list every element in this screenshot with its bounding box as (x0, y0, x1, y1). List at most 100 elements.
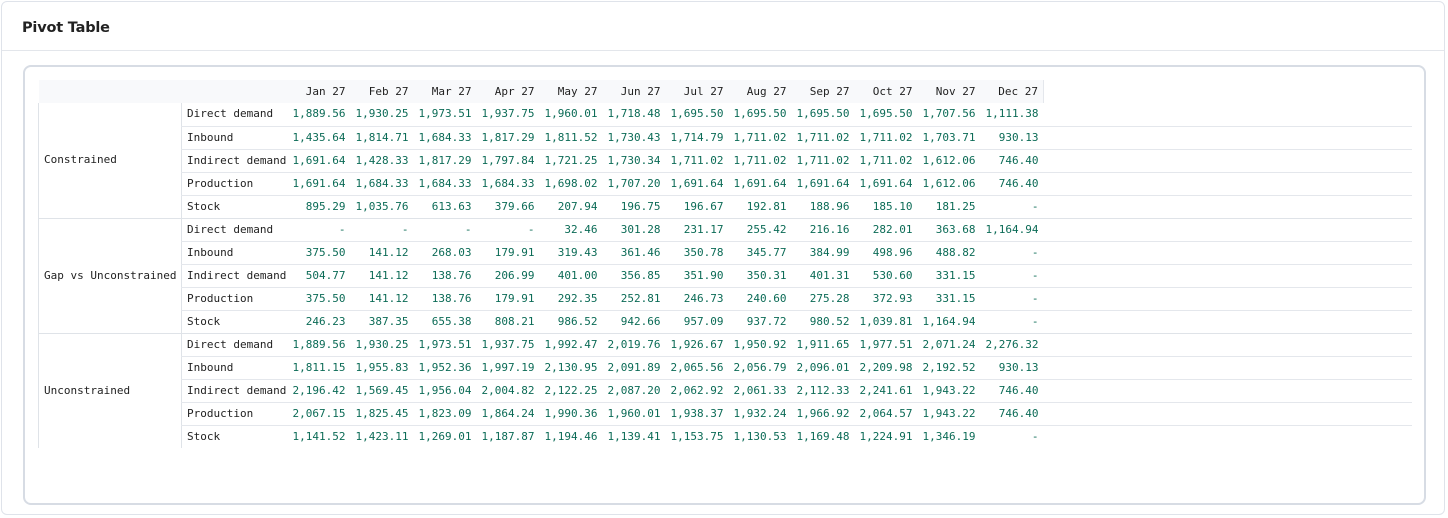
table-row: Indirect demand 1,691.64 1,428.33 1,817.29 1… (39, 149, 1412, 173)
value-cell: 808.21 (476, 310, 540, 334)
value-cell: 613.63 (413, 195, 477, 219)
value-cell: 937.72 (728, 310, 792, 334)
value-cell: 246.73 (665, 287, 729, 311)
value-cell: 1,997.19 (476, 356, 540, 380)
row-filler (1043, 218, 1412, 242)
measure-label: Production (181, 172, 288, 196)
column-header-month[interactable]: Mar 27 (413, 80, 477, 103)
value-cell: 2,276.32 (980, 333, 1044, 357)
measure-label: Direct demand (181, 218, 288, 242)
value-cell: 1,811.15 (287, 356, 351, 380)
value-cell: 1,691.64 (287, 172, 351, 196)
value-cell: 2,192.52 (917, 356, 981, 380)
row-filler (1043, 241, 1412, 265)
value-cell: 1,992.47 (539, 333, 603, 357)
value-cell: 350.78 (665, 241, 729, 265)
pivot-header: Jan 27 Feb 27 Mar 27 Apr 27 May 27 Jun 27 Jul … (38, 80, 1412, 103)
pivot-card: Pivot Table Jan 27 Feb 27 Mar 27 Apr 27 May … (1, 1, 1445, 515)
value-cell: 2,019.76 (602, 333, 666, 357)
header-row: Jan 27 Feb 27 Mar 27 Apr 27 May 27 Jun 27 Jul … (38, 80, 1412, 103)
value-cell: 1,684.33 (476, 172, 540, 196)
value-cell: 2,065.56 (665, 356, 729, 380)
value-cell: 1,703.71 (917, 126, 981, 150)
value-cell: 401.31 (791, 264, 855, 288)
row-filler (1043, 287, 1412, 311)
value-cell: 188.96 (791, 195, 855, 219)
column-header-month[interactable]: Sep 27 (791, 80, 855, 103)
value-cell: - (980, 264, 1044, 288)
value-cell: 1,684.33 (413, 172, 477, 196)
pivot-container: Jan 27 Feb 27 Mar 27 Apr 27 May 27 Jun 27 Jul … (23, 65, 1426, 505)
value-cell: 216.16 (791, 218, 855, 242)
measure-label: Indirect demand (181, 379, 288, 403)
value-cell: 1,130.53 (733, 429, 787, 443)
value-cell: 1,956.04 (413, 379, 477, 403)
column-header-month[interactable]: Oct 27 (854, 80, 918, 103)
value-cell: 1,973.51 (413, 333, 477, 357)
column-header-month[interactable]: Dec 27 (980, 80, 1044, 103)
value-cell: 2,112.33 (791, 379, 855, 403)
measure-label: Direct demand (181, 103, 288, 127)
column-header-month[interactable]: Apr 27 (476, 80, 540, 103)
value-cell: 246.23 (287, 310, 351, 334)
value-cell: 1,817.29 (476, 126, 540, 150)
column-header-month[interactable]: May 27 (539, 80, 603, 103)
value-cell: 1,952.36 (413, 356, 477, 380)
value-cell: - (350, 218, 414, 242)
column-header-month[interactable]: Aug 27 (728, 80, 792, 103)
value-cell: 331.15 (917, 264, 981, 288)
value-cell: 1,937.75 (476, 103, 540, 127)
column-header-month[interactable]: Nov 27 (917, 80, 981, 103)
column-header-month[interactable]: Feb 27 (350, 80, 414, 103)
value-cell: 1,684.33 (413, 126, 477, 150)
value-cell: 1,950.92 (728, 333, 792, 357)
value-cell: 1,966.92 (791, 402, 855, 426)
measure-label: Inbound (181, 241, 288, 265)
value-cell: - (980, 310, 1044, 334)
value-cell: 2,209.98 (854, 356, 918, 380)
table-row: Gap vs Unconstrained Direct demand - - - -32.… (38, 218, 1412, 334)
value-cell: 2,130.95 (539, 356, 603, 380)
value-cell: 2,004.82 (476, 379, 540, 403)
value-cell: 746.40 (980, 402, 1044, 426)
value-cell: 530.60 (854, 264, 918, 288)
row-filler (1044, 425, 1412, 448)
table-row: Inbound 1,811.15 1,955.83 1,952.36 1,997.19 2… (39, 356, 1412, 380)
value-cell: 1,111.38 (980, 103, 1044, 127)
value-cell: 1,711.02 (728, 126, 792, 150)
value-cell: 1,435.64 (287, 126, 351, 150)
value-cell: 1,711.02 (791, 126, 855, 150)
value-cell: 655.38 (413, 310, 477, 334)
value-cell: 1,269.01 (418, 429, 472, 443)
row-filler (1043, 264, 1412, 288)
value-cell: 179.91 (476, 241, 540, 265)
column-header-month[interactable]: Jul 27 (665, 80, 729, 103)
value-cell: 301.28 (602, 218, 666, 242)
value-cell: 1,926.67 (665, 333, 729, 357)
value-cell: 930.13 (980, 356, 1044, 380)
value-cell: 1,943.22 (917, 379, 981, 403)
value-cell: 1,817.29 (413, 149, 477, 173)
table-row: Production 375.50 141.12 138.76 179.91 292.35… (39, 287, 1412, 311)
value-cell: 1,730.43 (602, 126, 666, 150)
value-cell: 292.35 (539, 287, 603, 311)
measure-label: Production (181, 402, 288, 426)
value-cell: 1,823.09 (413, 402, 477, 426)
value-cell: 1,695.50 (665, 103, 729, 127)
value-cell: 957.09 (665, 310, 729, 334)
value-cell: 1,711.02 (665, 149, 729, 173)
row-group: Constrained Direct demand 1,889.56 1,930.25… (38, 103, 1412, 219)
value-cell: 275.28 (791, 287, 855, 311)
column-header-month[interactable]: Jan 27 (287, 80, 351, 103)
measure-label: Inbound (181, 126, 288, 150)
value-cell: 1,035.76 (350, 195, 414, 219)
card-header: Pivot Table (2, 2, 1444, 51)
value-cell: 498.96 (854, 241, 918, 265)
measure-label: Stock (181, 195, 288, 219)
value-cell: 1,569.45 (350, 379, 414, 403)
column-header-month[interactable]: Jun 27 (602, 80, 666, 103)
value-cell: 1,224.91 (859, 429, 913, 443)
value-cell: 361.46 (602, 241, 666, 265)
value-cell: 375.50 (287, 241, 351, 265)
value-cell: 1,889.56 (287, 103, 351, 127)
